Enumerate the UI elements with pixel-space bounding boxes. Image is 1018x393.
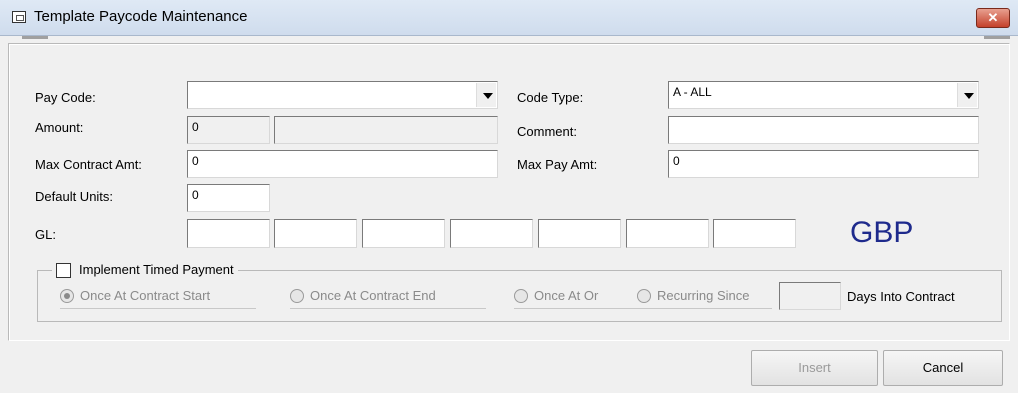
title-divider-right [984,36,1010,39]
timed-payment-legend: Implement Timed Payment [52,262,238,278]
gl-segment-4[interactable] [450,219,533,248]
gl-segment-5[interactable] [538,219,621,248]
radio-underline [60,308,256,309]
window-icon [12,11,26,23]
comment-label: Comment: [517,124,577,139]
currency-label: GBP [850,216,914,249]
comment-field[interactable] [668,116,979,144]
chevron-down-icon[interactable] [476,83,496,107]
default-units-label: Default Units: [35,189,114,204]
pay-code-combo[interactable] [187,81,498,109]
code-type-label: Code Type: [517,90,584,105]
radio-unchecked-icon [637,288,651,303]
radio-checked-icon [60,288,74,303]
radio-once-at-contract-end[interactable]: Once At Contract End [290,288,436,303]
gl-segment-1[interactable] [187,219,270,248]
radio-unchecked-icon [290,288,304,303]
days-into-contract-field[interactable] [779,282,841,310]
radio-label: Recurring Since [657,288,750,303]
radio-recurring-since[interactable]: Recurring Since [637,288,750,303]
max-pay-amt-label: Max Pay Amt: [517,157,598,172]
title-divider-left [22,36,48,39]
chevron-down-icon[interactable] [957,83,977,107]
gl-label: GL: [35,227,56,242]
gl-segment-7[interactable] [713,219,796,248]
gl-segment-2[interactable] [274,219,357,248]
days-into-contract-label: Days Into Contract [847,289,955,304]
radio-underline [290,308,486,309]
gl-segment-3[interactable] [362,219,445,248]
radio-label: Once At Contract Start [80,288,211,303]
implement-timed-payment-checkbox[interactable] [56,262,71,278]
radio-once-at-contract-start[interactable]: Once At Contract Start [60,288,210,303]
code-type-combo[interactable]: A - ALL [668,81,979,109]
default-units-field[interactable]: 0 [187,184,270,212]
amount-secondary-field[interactable] [274,116,498,144]
amount-field[interactable]: 0 [187,116,270,144]
implement-timed-payment-label: Implement Timed Payment [79,262,234,277]
radio-label: Once At Contract End [310,288,436,303]
gl-segment-6[interactable] [626,219,709,248]
window-title: Template Paycode Maintenance [34,8,248,25]
max-contract-amt-label: Max Contract Amt: [35,157,142,172]
pay-code-label: Pay Code: [35,90,96,105]
radio-once-at-or[interactable]: Once At Or [514,288,598,303]
close-button[interactable]: ✕ [976,8,1010,28]
cancel-button[interactable]: Cancel [883,350,1003,386]
code-type-value: A - ALL [673,85,712,99]
insert-button[interactable]: Insert [751,350,878,386]
radio-underline [514,308,772,309]
amount-label: Amount: [35,120,84,135]
max-contract-amt-field[interactable]: 0 [187,150,498,178]
radio-unchecked-icon [514,288,528,303]
max-pay-amt-field[interactable]: 0 [668,150,979,178]
radio-label: Once At Or [534,288,599,303]
